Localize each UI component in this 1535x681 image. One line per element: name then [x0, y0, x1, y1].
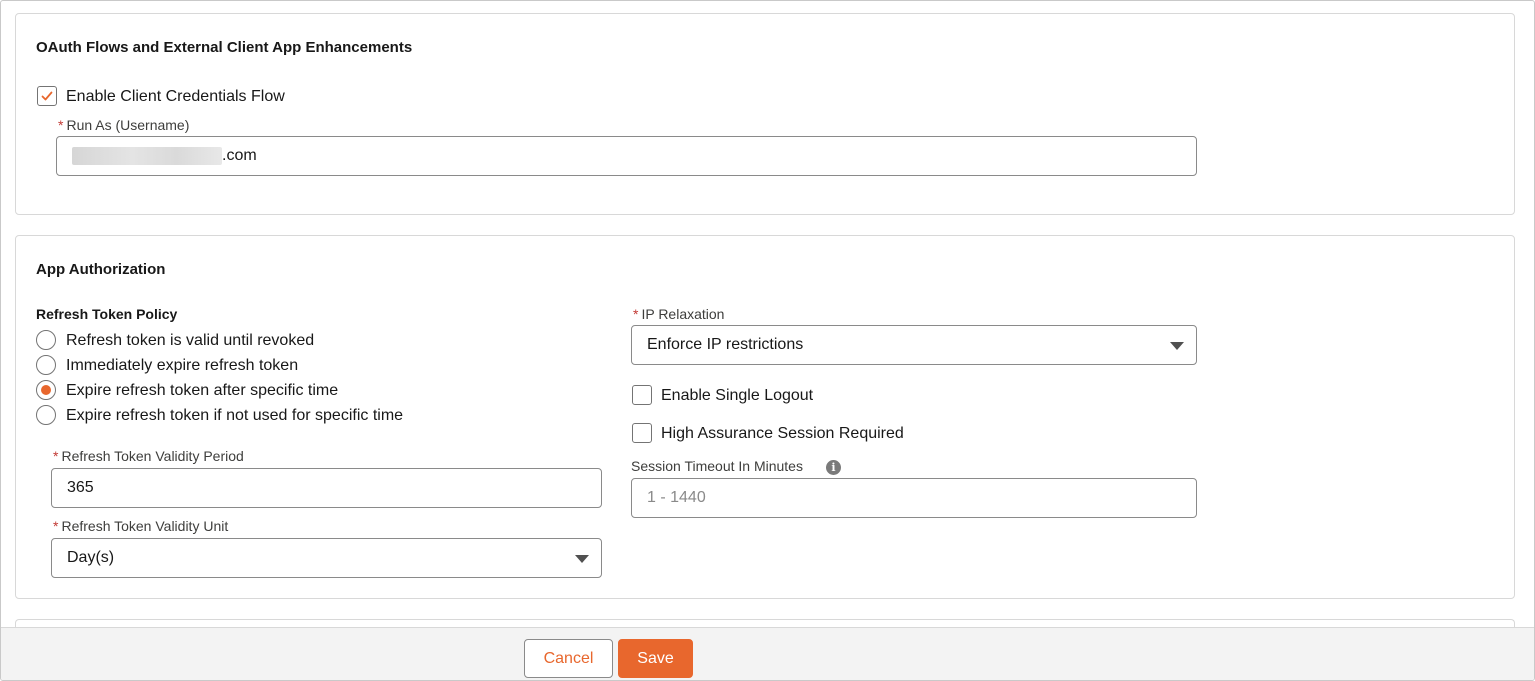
- radio-label-expire-after-time: Expire refresh token after specific time: [66, 382, 339, 399]
- ip-relaxation-label-group: * IP Relaxation: [633, 306, 724, 322]
- app-authorization-card: App Authorization Refresh Token Policy R…: [15, 235, 1515, 599]
- oauth-flows-card: OAuth Flows and External Client App Enha…: [15, 13, 1515, 215]
- radio-label-valid-until-revoked: Refresh token is valid until revoked: [66, 332, 315, 349]
- single-logout-label: Enable Single Logout: [661, 387, 814, 404]
- validity-unit-label-group: * Refresh Token Validity Unit: [53, 518, 228, 534]
- required-marker: *: [633, 306, 639, 322]
- caret-down-icon: [1170, 342, 1184, 350]
- client-credentials-checkbox[interactable]: [37, 86, 57, 106]
- ip-relaxation-value: Enforce IP restrictions: [647, 336, 804, 353]
- required-marker: *: [53, 518, 59, 534]
- run-as-label-group: * Run As (Username): [58, 117, 189, 133]
- high-assurance-checkbox[interactable]: [632, 423, 652, 443]
- footer-bar: Cancel Save: [1, 627, 1534, 680]
- validity-period-field[interactable]: [67, 479, 586, 497]
- app-authorization-title: App Authorization: [36, 261, 166, 278]
- validity-period-label: Refresh Token Validity Period: [61, 448, 244, 464]
- checkmark-icon: [41, 91, 53, 101]
- run-as-username-input[interactable]: .com: [56, 136, 1197, 176]
- radio-expire-after-time[interactable]: [36, 380, 56, 400]
- session-timeout-input[interactable]: [631, 478, 1197, 518]
- required-marker: *: [58, 117, 64, 133]
- validity-period-label-group: * Refresh Token Validity Period: [53, 448, 244, 464]
- validity-unit-value: Day(s): [67, 549, 115, 566]
- radio-valid-until-revoked[interactable]: [36, 330, 56, 350]
- validity-unit-select[interactable]: Day(s): [51, 538, 602, 578]
- radio-label-expire-if-not-used: Expire refresh token if not used for spe…: [66, 407, 404, 424]
- run-as-value-suffix: .com: [222, 147, 257, 164]
- info-icon[interactable]: i: [826, 460, 841, 475]
- save-button[interactable]: Save: [618, 639, 693, 678]
- radio-immediately-expire[interactable]: [36, 355, 56, 375]
- session-timeout-label: Session Timeout In Minutes: [631, 458, 803, 474]
- run-as-label: Run As (Username): [66, 117, 190, 133]
- validity-unit-label: Refresh Token Validity Unit: [61, 518, 229, 534]
- validity-period-input[interactable]: [51, 468, 602, 508]
- cancel-button[interactable]: Cancel: [524, 639, 613, 678]
- redacted-username: [72, 147, 222, 165]
- required-marker: *: [53, 448, 59, 464]
- ip-relaxation-label: IP Relaxation: [641, 306, 725, 322]
- caret-down-icon: [575, 555, 589, 563]
- client-credentials-label: Enable Client Credentials Flow: [66, 88, 285, 105]
- app-frame: OAuth Flows and External Client App Enha…: [0, 0, 1535, 681]
- high-assurance-label: High Assurance Session Required: [661, 425, 904, 442]
- single-logout-checkbox[interactable]: [632, 385, 652, 405]
- radio-expire-if-not-used[interactable]: [36, 405, 56, 425]
- radio-label-immediately-expire: Immediately expire refresh token: [66, 357, 299, 374]
- session-timeout-field[interactable]: [647, 489, 1181, 507]
- ip-relaxation-select[interactable]: Enforce IP restrictions: [631, 325, 1197, 365]
- refresh-token-policy-label: Refresh Token Policy: [36, 306, 178, 322]
- oauth-section-title: OAuth Flows and External Client App Enha…: [36, 39, 413, 56]
